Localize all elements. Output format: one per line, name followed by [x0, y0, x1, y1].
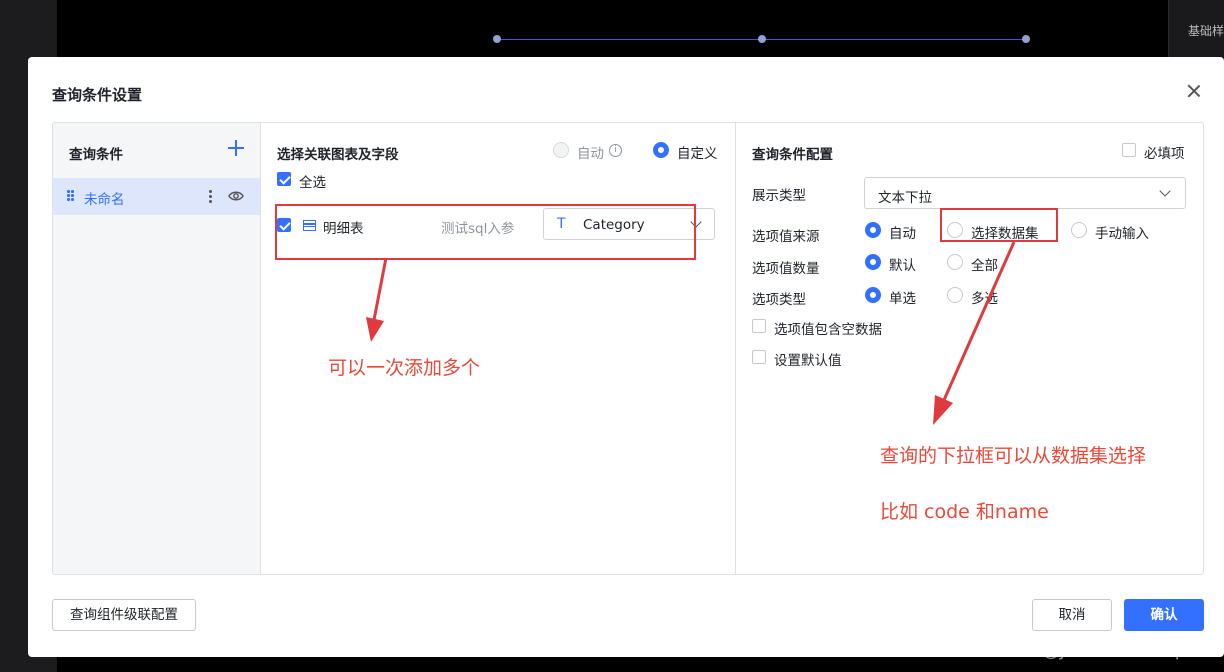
annotation-text: 查询的下拉框可以从数据集选择: [880, 445, 1147, 467]
watermark: CSDN @Java&Develop: [985, 640, 1187, 661]
annotation-arrows: [366, 241, 1016, 425]
annotation-text: 比如 code 和name: [880, 501, 1049, 523]
annotation-text: 可以一次添加多个: [328, 357, 481, 379]
